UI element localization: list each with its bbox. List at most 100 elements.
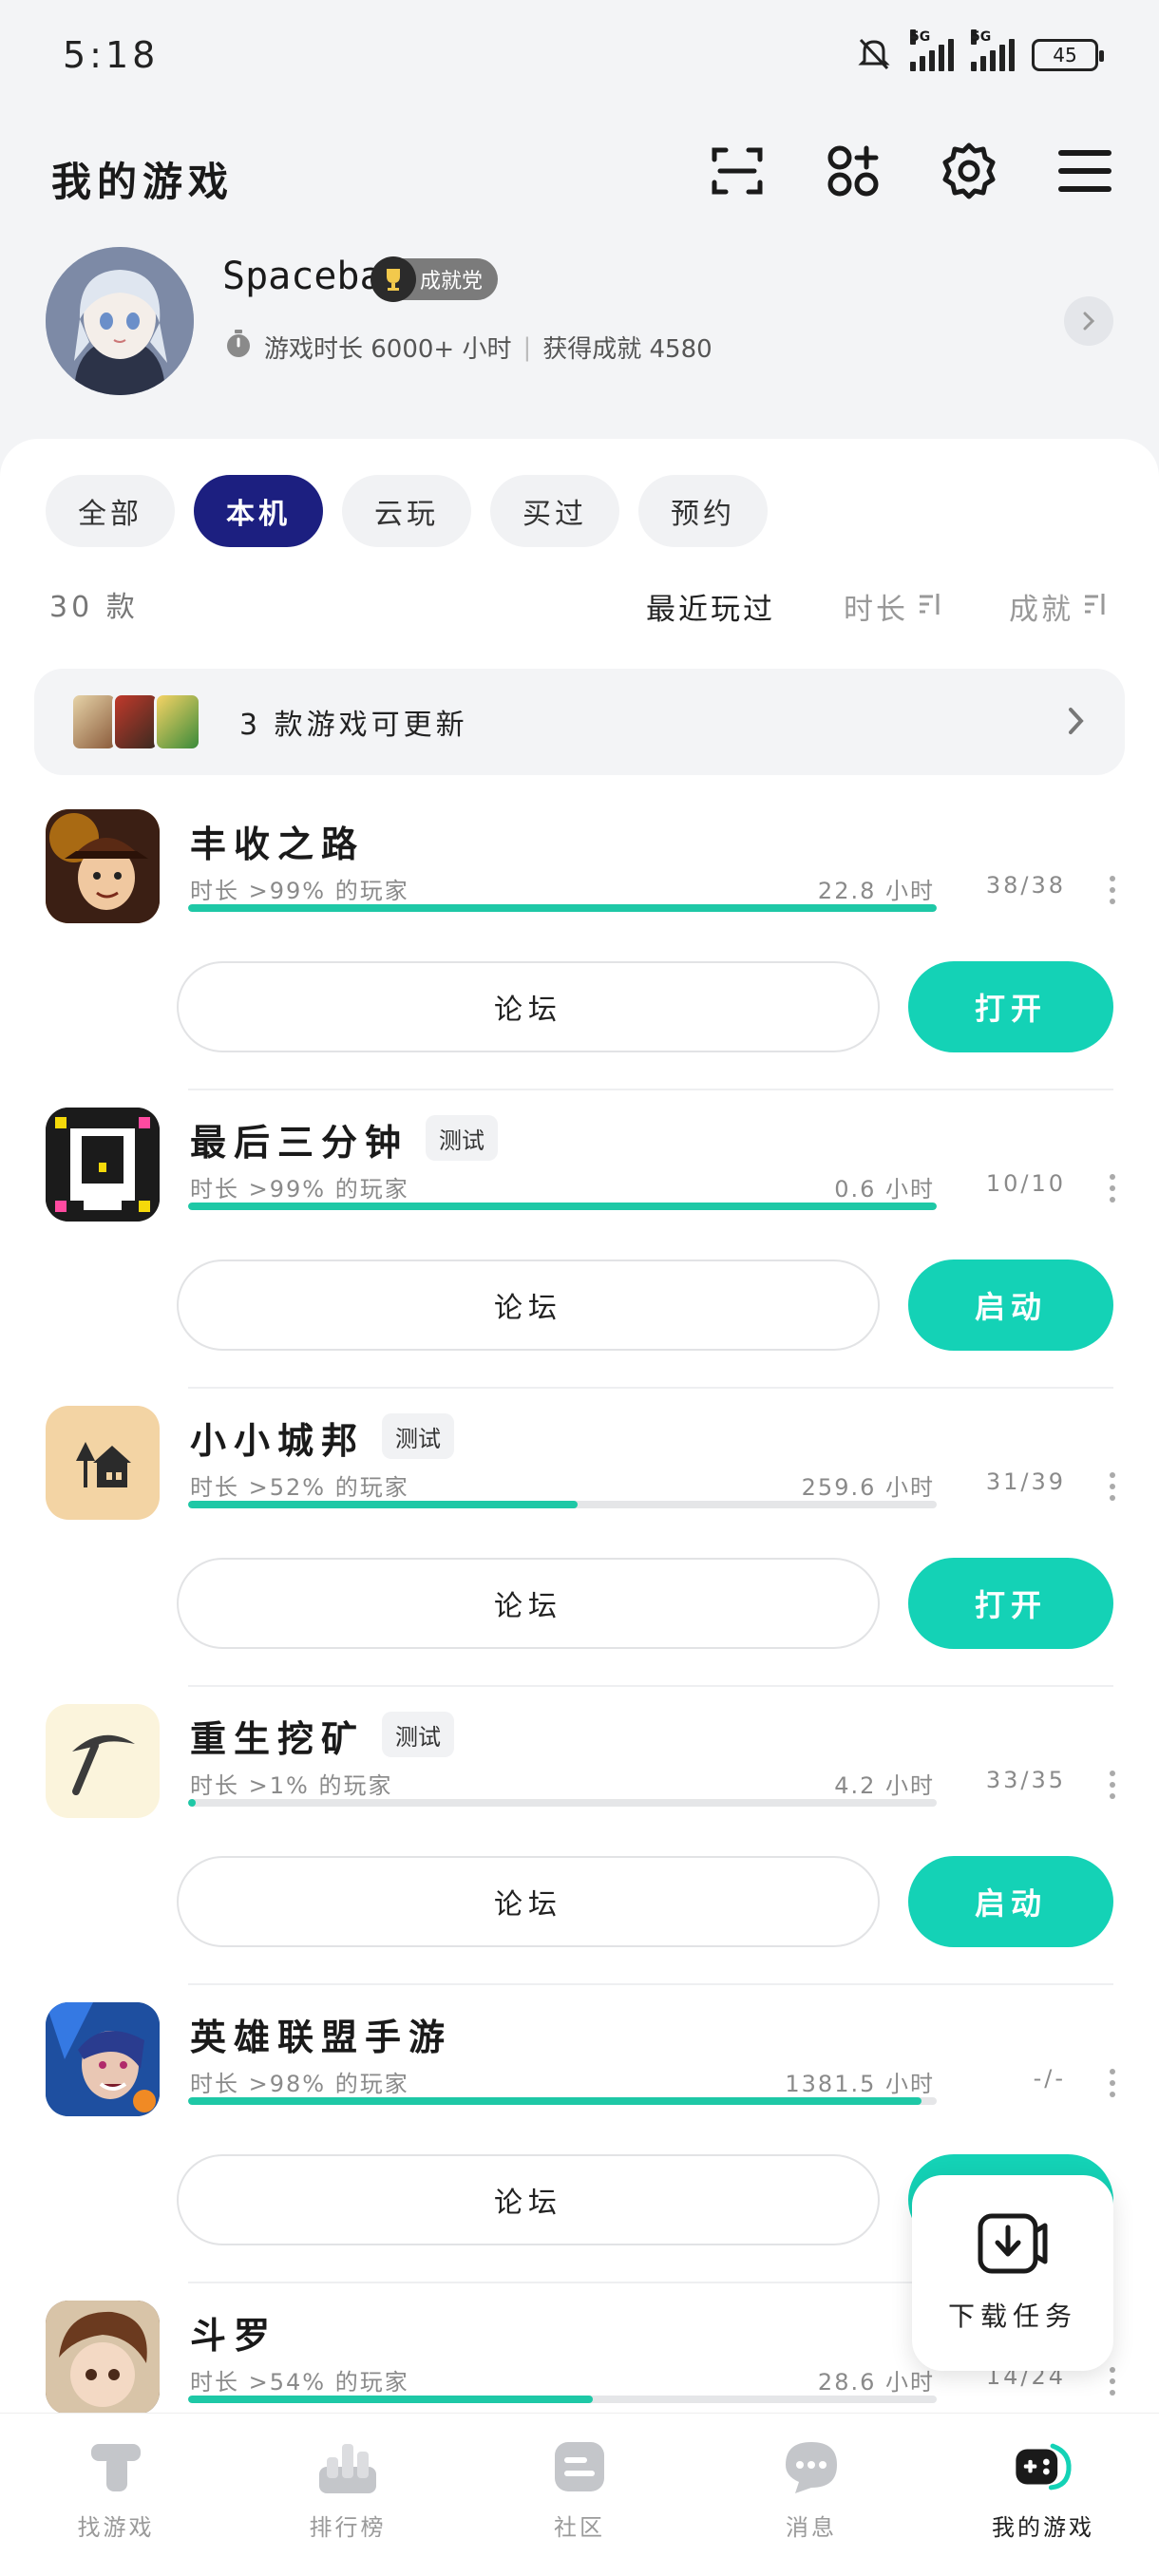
avatar[interactable]	[46, 247, 194, 395]
more-options-icon[interactable]	[1110, 1174, 1117, 1203]
sort-duration[interactable]: 时长	[844, 585, 940, 628]
bottom-navigation: 找游戏 排行榜 社区 消息 我的游戏	[0, 2413, 1159, 2576]
playtime-stat: 游戏时长 6000+ 小时	[264, 335, 512, 364]
battery-icon: 45	[1032, 39, 1104, 71]
game-achievements: 38/38	[985, 872, 1066, 899]
bell-muted-icon	[855, 34, 893, 76]
game-icon[interactable]	[46, 1704, 160, 1818]
divider	[188, 1983, 1113, 1985]
game-title[interactable]: 最后三分钟	[190, 1113, 408, 1165]
sort-order-icon	[1083, 590, 1106, 624]
forum-button[interactable]: 论坛	[177, 1558, 880, 1649]
playtime-progress	[188, 1799, 937, 1807]
divider	[188, 1685, 1113, 1687]
signal-icon: 5G	[910, 29, 954, 71]
sort-recent-label: 最近玩过	[646, 593, 775, 627]
more-options-icon[interactable]	[1110, 2069, 1117, 2097]
launch-button[interactable]: 启动	[908, 1856, 1113, 1947]
game-rank-text: 时长 >52% 的玩家	[190, 1474, 409, 1501]
game-hours: 22.8 小时	[817, 878, 935, 904]
stats-separator: |	[522, 332, 532, 362]
tab-local[interactable]: 本机	[194, 475, 323, 547]
nav-label: 消息	[786, 2514, 837, 2541]
nav-my-games[interactable]: 我的游戏	[927, 2414, 1159, 2576]
settings-icon[interactable]	[939, 141, 999, 201]
game-rank-text: 时长 >98% 的玩家	[190, 2071, 409, 2097]
filter-tabs: 全部 本机 云玩 买过 预约	[46, 475, 768, 547]
scan-icon[interactable]	[707, 141, 768, 201]
nav-label: 找游戏	[77, 2514, 155, 2541]
game-achievements: 33/35	[985, 1767, 1066, 1793]
message-icon	[781, 2436, 842, 2497]
download-icon	[977, 2212, 1049, 2279]
game-item: 最后三分钟 测试 时长 >99% 的玩家 0.6 小时 10/10 论坛 启动	[0, 1108, 1159, 1406]
playtime-progress	[188, 1203, 937, 1210]
game-title[interactable]: 小小城邦	[190, 1411, 365, 1464]
forum-button[interactable]: 论坛	[177, 2154, 880, 2245]
apps-icon[interactable]	[823, 141, 884, 201]
nav-rankings[interactable]: 排行榜	[232, 2414, 464, 2576]
sort-achievements[interactable]: 成就	[1009, 585, 1106, 628]
forum-button[interactable]: 论坛	[177, 1856, 880, 1947]
page-title: 我的游戏	[51, 159, 235, 205]
open-button[interactable]: 打开	[908, 1558, 1113, 1649]
open-button[interactable]: 打开	[908, 961, 1113, 1052]
game-icon[interactable]	[46, 1406, 160, 1520]
nav-messages[interactable]: 消息	[695, 2414, 927, 2576]
sort-duration-label: 时长	[844, 593, 908, 627]
tab-cloud[interactable]: 云玩	[342, 475, 471, 547]
game-rank-text: 时长 >1% 的玩家	[190, 1772, 393, 1799]
profile-chevron-icon[interactable]	[1064, 296, 1113, 346]
tab-reserved[interactable]: 预约	[638, 475, 768, 547]
nav-community[interactable]: 社区	[464, 2414, 695, 2576]
playtime-progress	[188, 2396, 937, 2403]
game-icon[interactable]	[46, 1108, 160, 1222]
update-banner[interactable]: 3 款游戏可更新	[34, 669, 1125, 775]
menu-icon[interactable]	[1054, 141, 1115, 201]
chevron-right-icon	[1066, 705, 1087, 741]
status-time: 5:18	[63, 34, 160, 76]
game-count: 30 款	[49, 591, 139, 624]
forum-button[interactable]: 论坛	[177, 1260, 880, 1351]
game-thumbnail	[112, 692, 160, 751]
status-bar: 5:18 5G 5G 45	[0, 0, 1159, 104]
launch-button[interactable]: 启动	[908, 1260, 1113, 1351]
tab-all[interactable]: 全部	[46, 475, 175, 547]
game-title[interactable]: 重生挖矿	[190, 1710, 365, 1762]
more-options-icon[interactable]	[1110, 876, 1117, 904]
update-thumbnails	[70, 692, 201, 751]
update-text: 3 款游戏可更新	[239, 709, 468, 742]
divider	[188, 1387, 1113, 1389]
game-rank-text: 时长 >54% 的玩家	[190, 2369, 409, 2396]
more-options-icon[interactable]	[1110, 1771, 1117, 1799]
game-title[interactable]: 丰收之路	[190, 815, 365, 867]
status-indicators: 5G 5G 45	[855, 29, 1104, 76]
game-title[interactable]: 斗罗	[190, 2306, 277, 2358]
tab-purchased[interactable]: 买过	[490, 475, 619, 547]
game-hours: 1381.5 小时	[785, 2071, 935, 2097]
sort-recent[interactable]: 最近玩过	[646, 585, 775, 628]
game-item: 小小城邦 测试 时长 >52% 的玩家 259.6 小时 31/39 论坛 打开	[0, 1406, 1159, 1704]
nav-label: 我的游戏	[992, 2514, 1094, 2541]
test-badge: 测试	[382, 1413, 454, 1459]
game-hours: 28.6 小时	[817, 2369, 935, 2396]
game-item: 丰收之路 时长 >99% 的玩家 22.8 小时 38/38 论坛 打开	[0, 809, 1159, 1108]
more-options-icon[interactable]	[1110, 1472, 1117, 1501]
game-thumbnail	[154, 692, 201, 751]
game-icon[interactable]	[46, 2002, 160, 2116]
download-tasks-button[interactable]: 下载任务	[912, 2175, 1113, 2371]
community-icon	[549, 2436, 610, 2497]
game-icon[interactable]	[46, 2301, 160, 2415]
sort-achievements-label: 成就	[1009, 593, 1074, 627]
more-options-icon[interactable]	[1110, 2367, 1117, 2396]
game-hours: 0.6 小时	[834, 1176, 935, 1203]
forum-button[interactable]: 论坛	[177, 961, 880, 1052]
game-rank-text: 时长 >99% 的玩家	[190, 1176, 409, 1203]
game-icon[interactable]	[46, 809, 160, 923]
game-achievements: 31/39	[985, 1468, 1066, 1495]
game-title[interactable]: 英雄联盟手游	[190, 2008, 452, 2060]
game-hours: 4.2 小时	[834, 1772, 935, 1799]
playtime-progress	[188, 1501, 937, 1508]
nav-find-games[interactable]: 找游戏	[0, 2414, 232, 2576]
trophy-icon	[370, 256, 416, 302]
